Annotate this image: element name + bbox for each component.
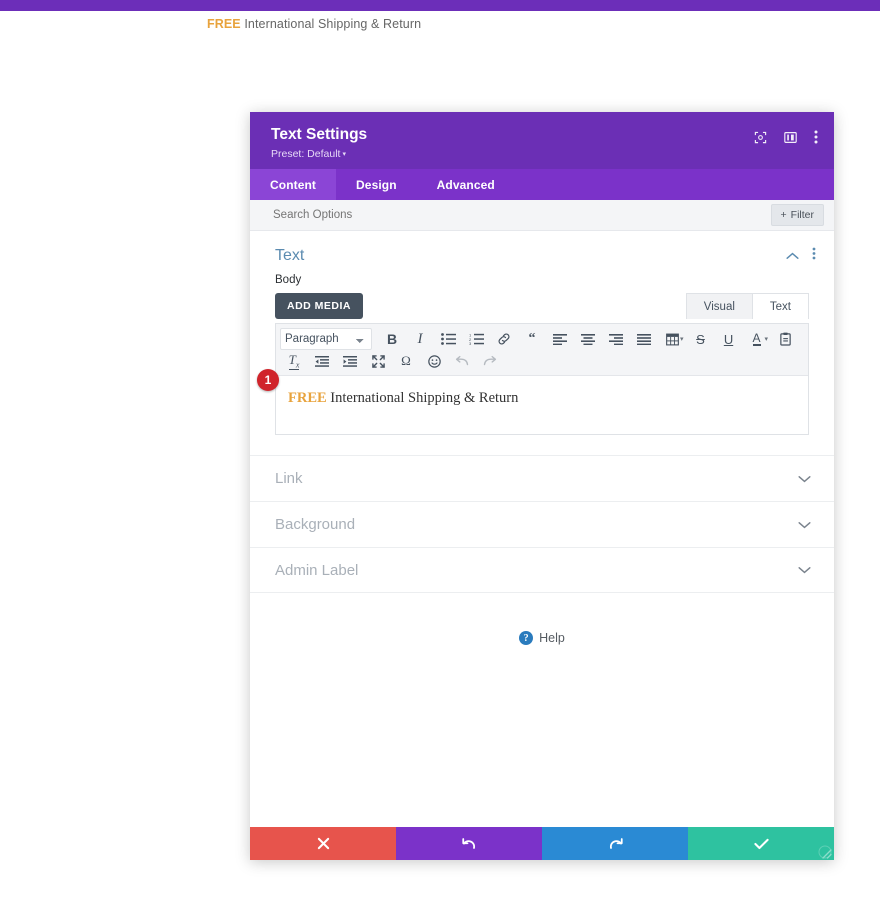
help-link[interactable]: ? Help bbox=[250, 631, 834, 645]
link-icon[interactable] bbox=[490, 328, 518, 350]
editor-toolbar-row-2: Tx Ω bbox=[280, 350, 804, 372]
align-justify-icon[interactable] bbox=[630, 328, 658, 350]
table-dropdown-caret-icon[interactable]: ▾ bbox=[680, 335, 684, 343]
align-left-icon[interactable] bbox=[546, 328, 574, 350]
blockquote-icon[interactable]: “ bbox=[518, 328, 546, 350]
bold-icon[interactable]: B bbox=[378, 328, 406, 350]
chevron-down-icon[interactable] bbox=[798, 516, 811, 534]
preset-label: Preset: Default bbox=[271, 148, 340, 160]
plus-icon: + bbox=[781, 209, 787, 221]
search-input[interactable] bbox=[273, 209, 573, 221]
strikethrough-icon[interactable]: S bbox=[687, 328, 715, 350]
emoji-icon[interactable] bbox=[420, 350, 448, 372]
clear-formatting-icon[interactable]: Tx bbox=[280, 350, 308, 372]
paragraph-format-select[interactable]: Paragraph bbox=[280, 328, 372, 350]
section-more-options-icon[interactable] bbox=[812, 247, 816, 265]
text-color-dropdown-caret-icon[interactable]: ▾ bbox=[765, 335, 769, 343]
editor-box: Paragraph B I 123 “ bbox=[275, 323, 809, 435]
editor-tab-text[interactable]: Text bbox=[752, 293, 809, 319]
fullscreen-icon[interactable] bbox=[364, 350, 392, 372]
modal-header-titles: Text Settings Preset: Default▾ bbox=[271, 125, 367, 160]
editor-content-area[interactable]: FREE International Shipping & Return bbox=[276, 376, 808, 434]
annotation-badge-1: 1 bbox=[257, 369, 279, 391]
italic-icon[interactable]: I bbox=[406, 328, 434, 350]
svg-text:3: 3 bbox=[469, 341, 472, 345]
tab-content[interactable]: Content bbox=[250, 169, 336, 200]
layout-panel-icon[interactable] bbox=[784, 131, 797, 144]
bulleted-list-icon[interactable] bbox=[434, 328, 462, 350]
editor-body-text: International Shipping & Return bbox=[327, 390, 519, 406]
body-field-label: Body bbox=[250, 272, 834, 293]
modal-body: Text Body 1 ADD MEDIA Visual Text bbox=[250, 231, 834, 827]
preset-selector[interactable]: Preset: Default▾ bbox=[271, 148, 367, 160]
modal-header-actions bbox=[754, 125, 818, 144]
settings-accordion-list: Link Background Admin Label bbox=[250, 455, 834, 593]
chevron-down-icon[interactable] bbox=[798, 561, 811, 579]
editor-mode-tabs: Visual Text bbox=[687, 293, 809, 319]
modal-header: Text Settings Preset: Default▾ bbox=[250, 112, 834, 169]
editor-tab-visual[interactable]: Visual bbox=[686, 293, 753, 319]
accordion-admin-label-label: Admin Label bbox=[275, 562, 358, 579]
promo-free-label: FREE bbox=[207, 17, 241, 31]
redo-icon[interactable] bbox=[476, 350, 504, 372]
indent-icon[interactable] bbox=[336, 350, 364, 372]
save-button[interactable] bbox=[688, 827, 834, 860]
editor-toolbar-row-1: Paragraph B I 123 “ bbox=[280, 328, 804, 350]
chevron-up-icon[interactable] bbox=[786, 247, 799, 265]
align-right-icon[interactable] bbox=[602, 328, 630, 350]
accordion-background-label: Background bbox=[275, 516, 355, 533]
filter-button-label: Filter bbox=[791, 209, 814, 221]
accordion-background[interactable]: Background bbox=[250, 501, 834, 547]
wysiwyg-editor: 1 ADD MEDIA Visual Text Paragraph B I bbox=[250, 293, 834, 435]
filter-button[interactable]: + Filter bbox=[771, 204, 824, 226]
site-promo-text: FREE International Shipping & Return bbox=[207, 17, 421, 31]
underline-icon[interactable]: U bbox=[715, 328, 743, 350]
text-section-header[interactable]: Text bbox=[250, 231, 834, 272]
text-settings-modal: Text Settings Preset: Default▾ Content D… bbox=[250, 112, 834, 860]
modal-title: Text Settings bbox=[271, 125, 367, 144]
special-character-icon[interactable]: Ω bbox=[392, 350, 420, 372]
site-top-bar bbox=[0, 0, 880, 11]
help-icon: ? bbox=[519, 631, 533, 645]
align-center-icon[interactable] bbox=[574, 328, 602, 350]
cancel-button[interactable] bbox=[250, 827, 396, 860]
add-media-button[interactable]: ADD MEDIA bbox=[275, 293, 363, 319]
search-options-bar: + Filter bbox=[250, 200, 834, 231]
focus-mode-icon[interactable] bbox=[754, 131, 767, 144]
modal-tab-bar: Content Design Advanced bbox=[250, 169, 834, 200]
tab-advanced[interactable]: Advanced bbox=[417, 169, 515, 200]
editor-toolbar: Paragraph B I 123 “ bbox=[276, 324, 808, 376]
chevron-down-icon[interactable] bbox=[798, 470, 811, 488]
undo-icon[interactable] bbox=[448, 350, 476, 372]
numbered-list-icon[interactable]: 123 bbox=[462, 328, 490, 350]
outdent-icon[interactable] bbox=[308, 350, 336, 372]
resize-handle-icon[interactable] bbox=[818, 845, 832, 859]
promo-body-text: International Shipping & Return bbox=[241, 17, 421, 31]
paste-as-text-icon[interactable] bbox=[771, 328, 799, 350]
text-section-title: Text bbox=[275, 247, 304, 265]
preset-caret-icon: ▾ bbox=[342, 151, 346, 158]
tab-design[interactable]: Design bbox=[336, 169, 417, 200]
accordion-admin-label[interactable]: Admin Label bbox=[250, 547, 834, 593]
accordion-link-label: Link bbox=[275, 470, 303, 487]
text-section-actions bbox=[786, 247, 816, 265]
accordion-link[interactable]: Link bbox=[250, 455, 834, 501]
undo-button[interactable] bbox=[396, 827, 542, 860]
redo-button[interactable] bbox=[542, 827, 688, 860]
help-label: Help bbox=[539, 631, 565, 645]
more-options-icon[interactable] bbox=[814, 130, 818, 144]
modal-footer bbox=[250, 827, 834, 860]
editor-free-label: FREE bbox=[288, 390, 327, 406]
